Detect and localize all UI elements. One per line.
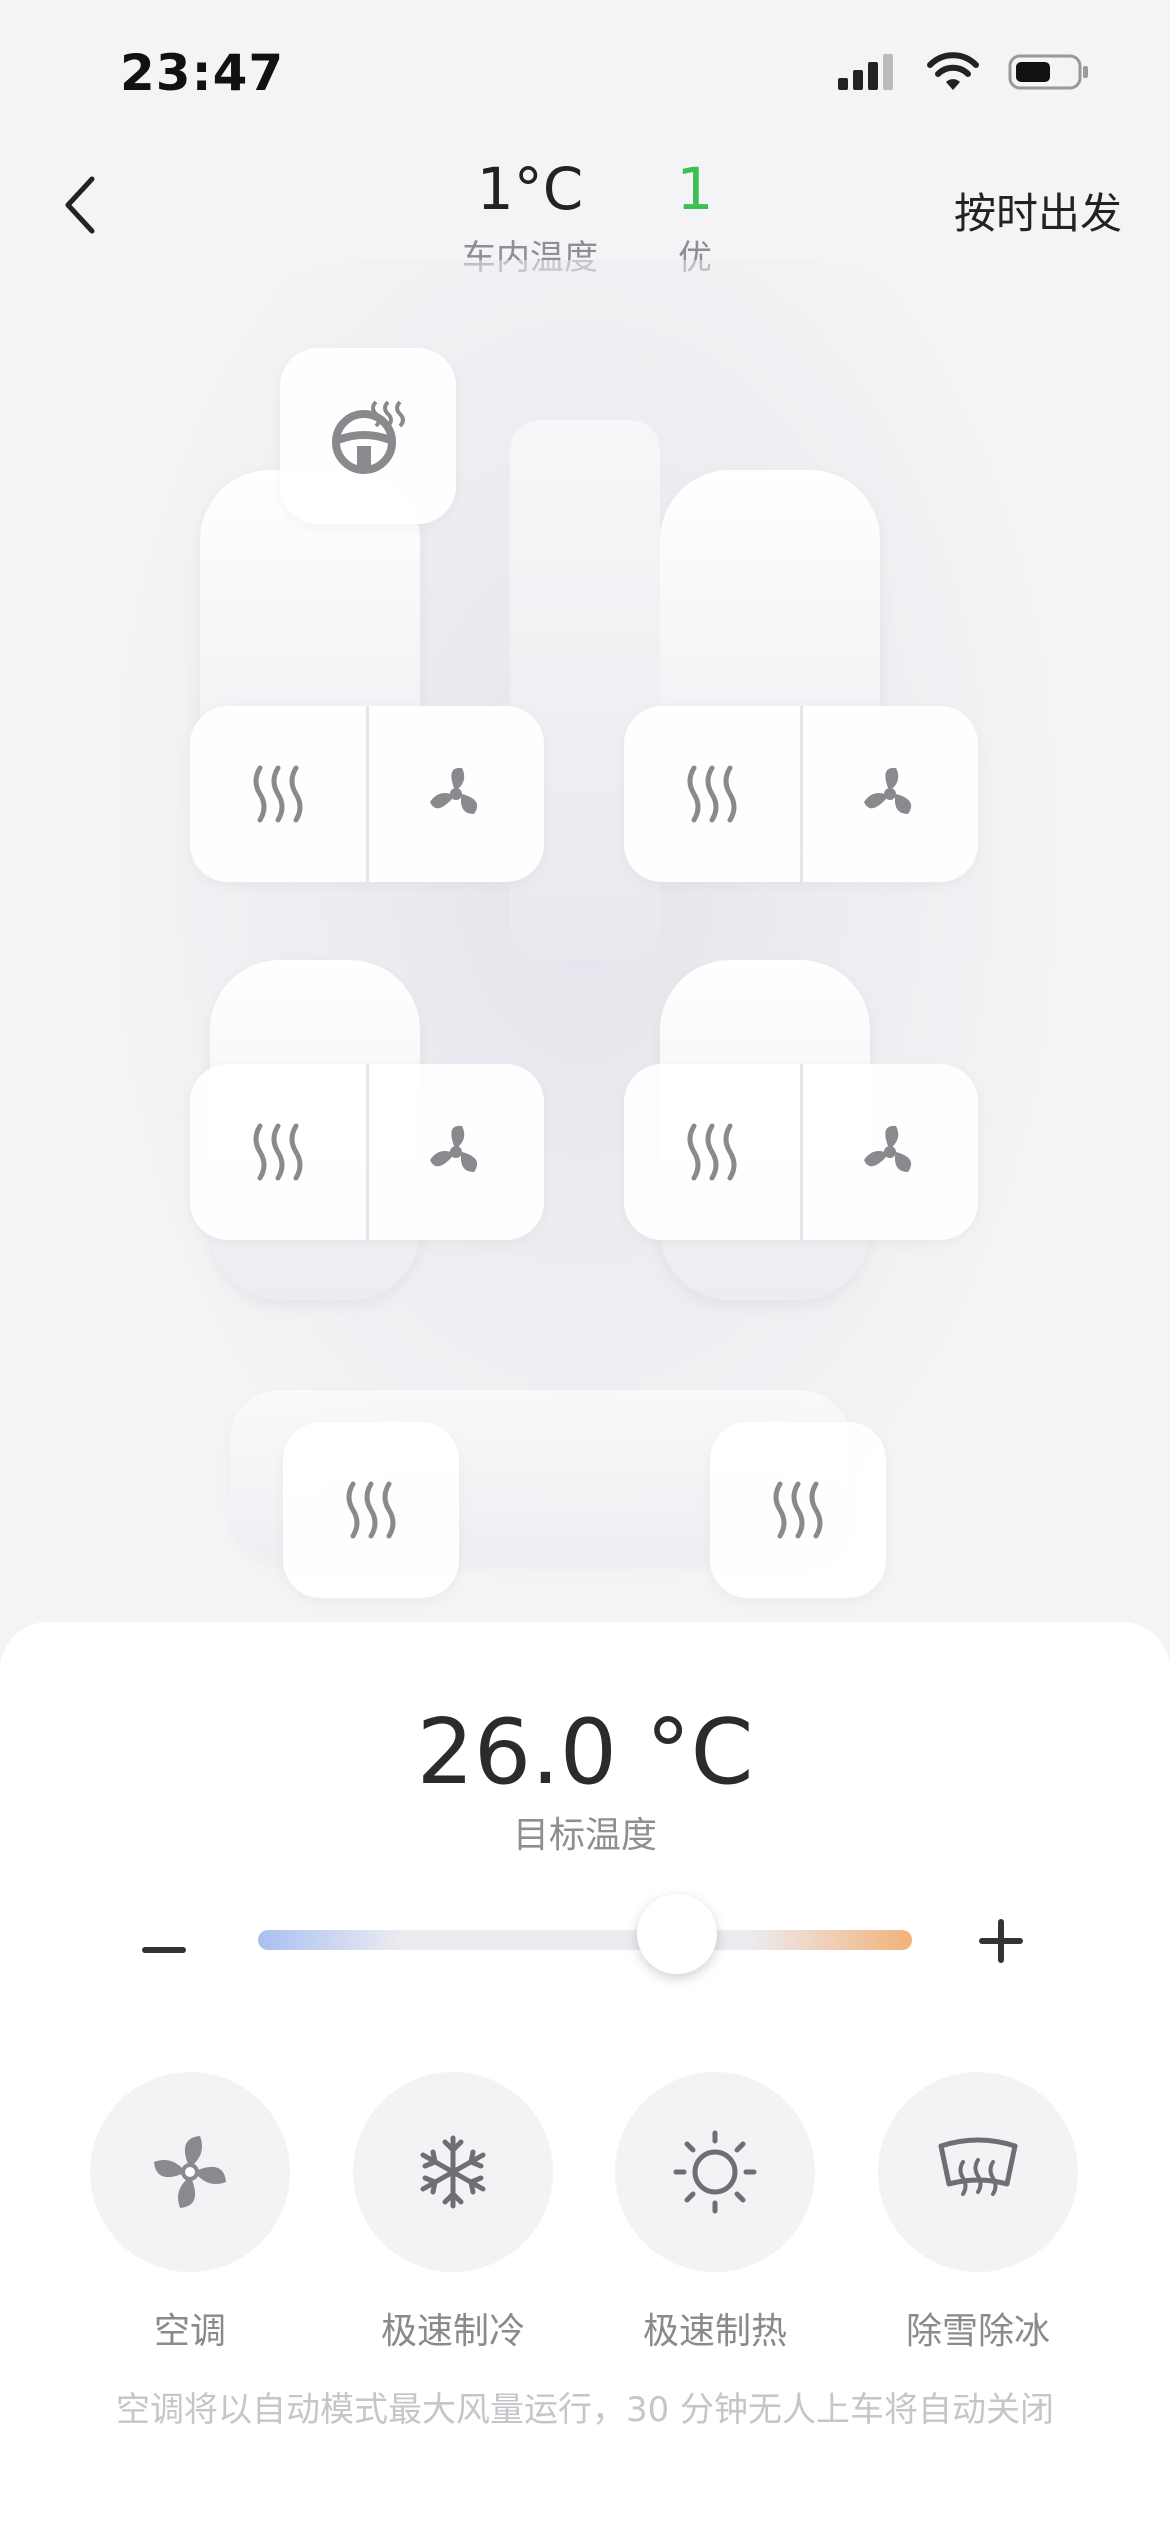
steering-wheel-heat-button[interactable]: [280, 348, 456, 524]
snowflake-icon: [420, 2135, 486, 2209]
schedule-departure-button[interactable]: 按时出发: [954, 180, 1122, 241]
ac-mode-label: 空调: [153, 2311, 226, 2352]
ac-mode-circle: [90, 2072, 290, 2272]
rear-right-seat-controls: [624, 1064, 978, 1240]
seat-heat-icon: [253, 1123, 303, 1181]
rear-right-seat-ventilation-button[interactable]: [803, 1064, 979, 1240]
target-temperature-value: 26.0 °C: [416, 1700, 754, 1805]
defrost-icon: [938, 2137, 1018, 2196]
defrost-button[interactable]: 除雪除冰: [878, 2072, 1078, 2354]
defrost-circle: [878, 2072, 1078, 2272]
status-time: 23:47: [120, 44, 285, 102]
defrost-label: 除雪除冰: [905, 2311, 1050, 2352]
increase-temperature-button[interactable]: [975, 1915, 1027, 1967]
battery-icon: [1008, 54, 1088, 90]
rear-left-seat-heat-button[interactable]: [190, 1064, 366, 1240]
seat-heat-icon: [773, 1481, 823, 1539]
third-left-seat-heat-button[interactable]: [283, 1422, 459, 1598]
back-button[interactable]: [50, 170, 110, 240]
front-left-seat-controls: [190, 706, 544, 882]
seat-heat-icon: [687, 765, 737, 823]
cellular-signal-icon: [838, 54, 893, 90]
chevron-left-icon: [65, 176, 95, 234]
seat-ventilation-icon: [864, 767, 912, 814]
status-icons: [838, 52, 1090, 92]
plus-icon: [979, 1919, 1023, 1963]
seat-ventilation-icon: [430, 767, 478, 814]
mode-description: 空调将以自动模式最大风量运行，30 分钟无人上车将自动关闭: [115, 2390, 1055, 2430]
rear-left-seat-controls: [190, 1064, 544, 1240]
front-right-seat-controls: [624, 706, 978, 882]
rapid-cooling-label: 极速制冷: [380, 2311, 525, 2352]
seat-heat-icon: [346, 1481, 396, 1539]
sun-icon: [673, 2130, 757, 2214]
fan-icon: [154, 2136, 226, 2208]
target-temperature-label: 目标温度: [512, 1815, 657, 1856]
seat-heat-icon: [687, 1123, 737, 1181]
seat-heat-icon: [253, 765, 303, 823]
rapid-heating-circle: [615, 2072, 815, 2272]
decrease-temperature-button[interactable]: [140, 1925, 190, 1975]
front-left-seat-heat-button[interactable]: [190, 706, 366, 882]
temperature-slider-thumb[interactable]: [636, 1894, 717, 1974]
rapid-heating-label: 极速制热: [642, 2311, 787, 2352]
rapid-heating-button[interactable]: 极速制热: [615, 2072, 815, 2354]
wifi-icon: [927, 52, 979, 90]
air-quality-value: 1: [676, 155, 714, 223]
cabin-temp-value: 1°C: [476, 155, 584, 223]
rear-left-seat-ventilation-button[interactable]: [369, 1064, 545, 1240]
temperature-slider-track[interactable]: [258, 1930, 912, 1950]
rapid-cooling-circle: [353, 2072, 553, 2272]
steering-wheel-heat-icon: [332, 400, 405, 474]
front-right-seat-ventilation-button[interactable]: [803, 706, 979, 882]
rapid-cooling-button[interactable]: 极速制冷: [353, 2072, 553, 2354]
seat-ventilation-icon: [430, 1125, 478, 1172]
front-right-seat-heat-button[interactable]: [624, 706, 800, 882]
ac-mode-button[interactable]: 空调: [90, 2072, 290, 2354]
car-seat-map: [80, 260, 1090, 1600]
minus-icon: [142, 1947, 186, 1953]
third-right-seat-heat-button[interactable]: [710, 1422, 886, 1598]
front-left-seat-ventilation-button[interactable]: [369, 706, 545, 882]
seat-ventilation-icon: [864, 1125, 912, 1172]
rear-right-seat-heat-button[interactable]: [624, 1064, 800, 1240]
